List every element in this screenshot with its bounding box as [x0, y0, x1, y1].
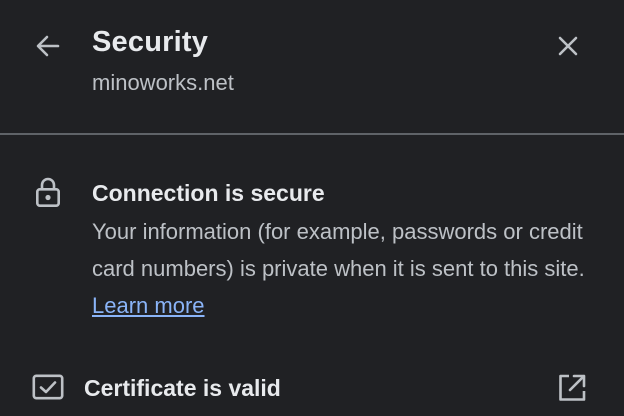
close-icon: [558, 36, 578, 56]
learn-more-link[interactable]: Learn more: [92, 293, 205, 318]
connection-heading: Connection is secure: [92, 180, 325, 206]
header-divider: [0, 133, 624, 135]
back-button[interactable]: [28, 26, 68, 66]
certificate-label: Certificate is valid: [84, 375, 281, 401]
certificate-row[interactable]: Certificate is valid: [0, 360, 624, 416]
arrow-left-icon: [36, 35, 60, 57]
lock-icon: [35, 177, 60, 207]
external-link-icon[interactable]: [556, 372, 588, 404]
certificate-check-icon: [32, 374, 64, 400]
site-domain: minoworks.net: [92, 70, 234, 95]
close-button[interactable]: [548, 26, 588, 66]
security-panel: Security minoworks.net Connection is sec…: [0, 0, 624, 416]
connection-description: Your information (for example, passwords…: [92, 213, 602, 324]
page-title: Security: [92, 26, 209, 58]
connection-description-text: Your information (for example, passwords…: [92, 219, 585, 281]
